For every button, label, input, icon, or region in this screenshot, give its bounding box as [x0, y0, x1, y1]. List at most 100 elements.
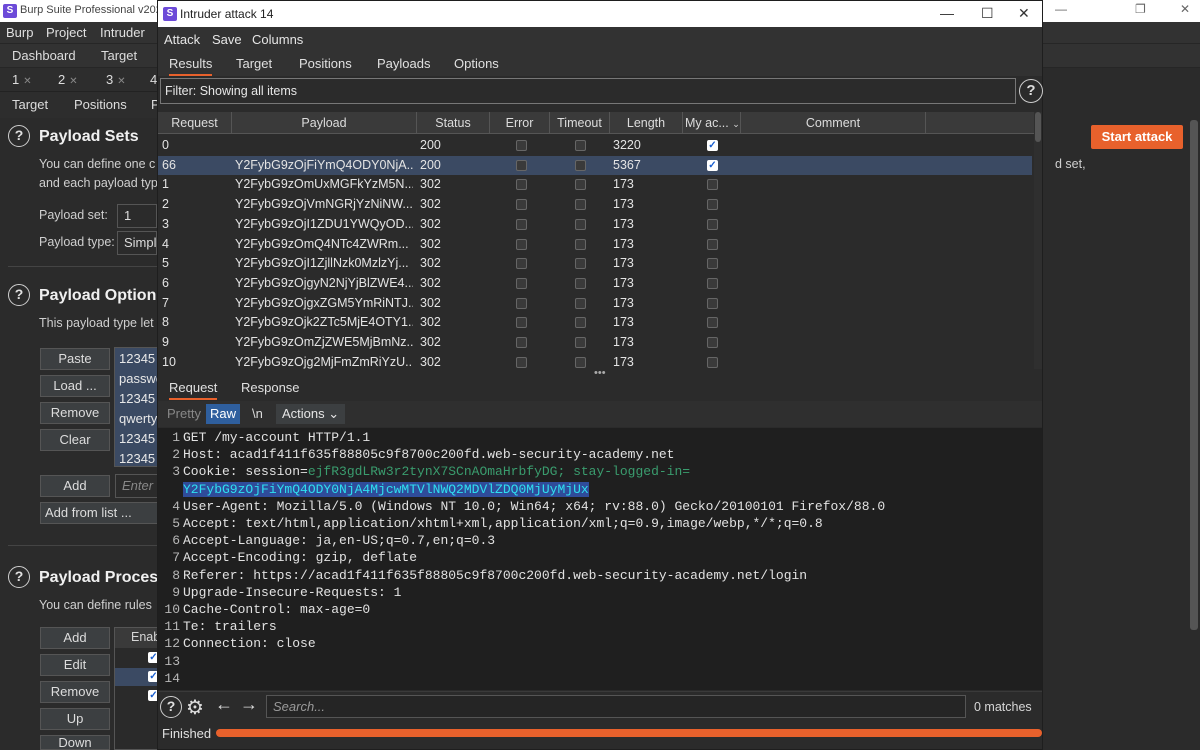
processing-add-button[interactable]: Add: [40, 627, 110, 649]
payload-list-item[interactable]: 12345: [119, 451, 155, 466]
processing-up-button[interactable]: Up: [40, 708, 110, 730]
minimize-icon[interactable]: —: [1055, 2, 1067, 16]
cell-payload: Y2FybG9zOmQ4NTc4ZWRm...: [235, 236, 409, 251]
menu-intruder[interactable]: Intruder: [100, 25, 145, 40]
tab-dashboard[interactable]: Dashboard: [12, 48, 76, 63]
col-timeout[interactable]: Timeout: [550, 112, 610, 134]
cell-payload: Y2FybG9zOjVmNGRjYzNiNW...: [235, 197, 413, 212]
paste-button[interactable]: Paste: [40, 348, 110, 370]
table-row[interactable]: 7 Y2FybG9zOjgxZGM5YmRiNTJ... 302 173: [158, 294, 1032, 314]
minimize-icon[interactable]: —: [940, 5, 954, 21]
tab-payloads[interactable]: Payloads: [377, 56, 430, 71]
table-row[interactable]: 2 Y2FybG9zOjVmNGRjYzNiNW... 302 173: [158, 195, 1032, 215]
arrow-left-icon[interactable]: ←: [215, 694, 233, 715]
add-from-list-dropdown[interactable]: Add from list ...: [40, 502, 158, 524]
menu-project[interactable]: Project: [46, 25, 86, 40]
arrow-right-icon[interactable]: →: [240, 694, 258, 715]
payload-list-item[interactable]: qwerty: [119, 411, 157, 426]
raw-button[interactable]: Raw: [206, 404, 241, 424]
menu-burp[interactable]: Burp: [6, 25, 33, 40]
processing-edit-button[interactable]: Edit: [40, 654, 110, 676]
subtab-target[interactable]: Target: [12, 97, 48, 112]
error-checkbox: [516, 297, 527, 309]
tab-positions[interactable]: Positions: [299, 56, 352, 71]
search-input[interactable]: Search...: [266, 695, 966, 718]
payload-options-help-icon[interactable]: ?: [8, 284, 30, 306]
my-account-checkbox: [707, 337, 718, 348]
request-editor[interactable]: 1 GET /my-account HTTP/1.1 2 Host: acad1f41…: [158, 428, 1042, 690]
tab-response[interactable]: Response: [241, 380, 300, 395]
processing-down-button[interactable]: Down: [40, 735, 110, 750]
newline-toggle[interactable]: \n: [248, 404, 267, 424]
close-icon[interactable]: ✕: [1018, 5, 1030, 22]
cell-payload: Y2FybG9zOjgxZGM5YmRiNTJ...: [235, 295, 413, 310]
menu-attack[interactable]: Attack: [164, 32, 200, 47]
table-row[interactable]: 8 Y2FybG9zOjk2ZTc5MjE4OTY1... 302 173: [158, 313, 1032, 333]
table-row[interactable]: 3 Y2FybG9zOjI1ZDU1YWQyOD... 302 173: [158, 215, 1032, 235]
table-row[interactable]: 1 Y2FybG9zOmUxMGFkYzM5N... 302 173: [158, 175, 1032, 195]
cell-request: 10: [162, 354, 176, 369]
col-error[interactable]: Error: [490, 112, 550, 134]
payload-list-item[interactable]: 12345: [119, 431, 155, 446]
intruder-tab-2[interactable]: 2 ✕: [58, 72, 78, 87]
col-comment[interactable]: Comment: [741, 112, 926, 134]
table-row[interactable]: 4 Y2FybG9zOmQ4NTc4ZWRm... 302 173: [158, 235, 1032, 255]
payload-list[interactable]: 12345 passwo 12345 qwerty 12345 12345: [114, 347, 163, 467]
table-row[interactable]: 9 Y2FybG9zOmZjZWE5MjBmNz... 302 173: [158, 333, 1032, 353]
col-my-account[interactable]: My ac... ⌄: [683, 112, 741, 134]
remove-button[interactable]: Remove: [40, 402, 110, 424]
tab-options[interactable]: Options: [454, 56, 499, 71]
payload-processing-help-icon[interactable]: ?: [8, 566, 30, 588]
table-row[interactable]: 6 Y2FybG9zOjgyN2NjYjBlZWE4... 302 173: [158, 274, 1032, 294]
col-request[interactable]: Request: [158, 112, 232, 134]
start-attack-button[interactable]: Start attack: [1091, 125, 1183, 149]
cell-payload: Y2FybG9zOjgyN2NjYjBlZWE4...: [235, 275, 413, 290]
load-button[interactable]: Load ...: [40, 375, 110, 397]
my-account-checkbox: [707, 218, 718, 230]
processing-rules-table[interactable]: Enab ✓ ✓ ✓: [114, 627, 160, 750]
scroll-thumb[interactable]: [1035, 112, 1041, 142]
menu-save[interactable]: Save: [212, 32, 242, 47]
filter-bar[interactable]: Filter: Showing all items: [160, 78, 1016, 104]
settings-gear-icon[interactable]: ⚙: [186, 695, 204, 720]
line-number: 3: [172, 464, 180, 480]
results-table[interactable]: Request Payload Status Error Timeout Len…: [158, 112, 1042, 369]
line-number: 9: [172, 584, 180, 600]
subtab-positions[interactable]: Positions: [74, 97, 127, 112]
tab-target[interactable]: Target: [236, 56, 272, 71]
main-scrollbar[interactable]: [1190, 120, 1198, 630]
payload-set-select[interactable]: 1: [117, 204, 157, 228]
payload-list-item[interactable]: 12345: [119, 351, 155, 366]
actions-dropdown[interactable]: Actions ⌄: [276, 404, 346, 424]
col-length[interactable]: Length: [610, 112, 683, 134]
intruder-tab-1[interactable]: 1 ✕: [12, 72, 32, 87]
enter-payload-input[interactable]: Enter: [115, 474, 158, 498]
close-icon[interactable]: ✕: [1180, 2, 1190, 16]
table-row[interactable]: 5 Y2FybG9zOjI1ZjllNzk0MzlzYj... 302 173: [158, 254, 1032, 274]
help-icon[interactable]: ?: [160, 696, 182, 718]
cell-status: 302: [420, 197, 441, 212]
error-checkbox: [516, 199, 527, 211]
pretty-button[interactable]: Pretty: [163, 404, 205, 424]
col-payload[interactable]: Payload: [232, 112, 417, 134]
payload-type-select[interactable]: Simpl: [117, 231, 157, 255]
payload-list-item[interactable]: 12345: [119, 391, 155, 406]
maximize-icon[interactable]: ☐: [981, 5, 994, 22]
intruder-tab-3[interactable]: 3 ✕: [106, 72, 126, 87]
payload-sets-help-icon[interactable]: ?: [8, 125, 30, 147]
section-divider: [8, 266, 158, 267]
tab-request[interactable]: Request: [169, 380, 218, 400]
tab-target[interactable]: Target: [101, 48, 137, 63]
menu-columns[interactable]: Columns: [252, 32, 303, 47]
cell-request: 4: [162, 236, 169, 251]
col-status[interactable]: Status: [417, 112, 490, 134]
tab-results[interactable]: Results: [169, 56, 213, 76]
results-scrollbar[interactable]: [1034, 112, 1042, 369]
table-row[interactable]: 66 Y2FybG9zOjFiYmQ4ODY0NjA... 200 5367 ✓: [158, 155, 1032, 176]
table-row[interactable]: 0 200 3220 ✓: [158, 136, 1032, 156]
restore-icon[interactable]: ❐: [1135, 2, 1146, 16]
add-payload-button[interactable]: Add: [40, 475, 110, 497]
processing-remove-button[interactable]: Remove: [40, 681, 110, 703]
clear-button[interactable]: Clear: [40, 429, 110, 451]
filter-help-icon[interactable]: ?: [1019, 79, 1043, 103]
